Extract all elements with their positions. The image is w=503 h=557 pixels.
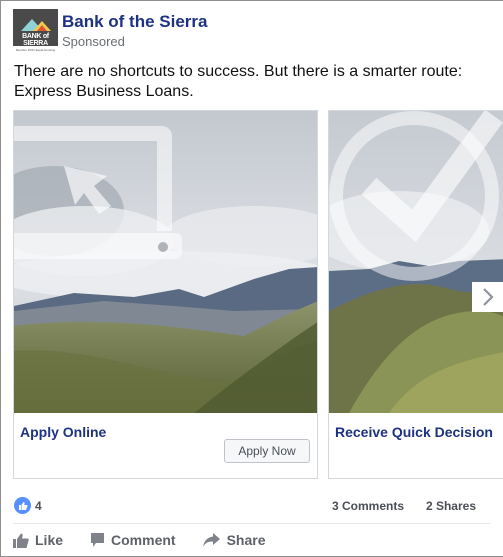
- comment-label: Comment: [111, 532, 176, 548]
- page-avatar[interactable]: BANK of SIERRA Member FDIC Equal Housing…: [13, 9, 58, 54]
- carousel-card-1[interactable]: Apply Online Apply Now: [13, 110, 318, 479]
- comment-button[interactable]: Comment: [90, 530, 176, 550]
- apply-now-button[interactable]: Apply Now: [224, 439, 310, 463]
- like-button[interactable]: Like: [13, 530, 63, 550]
- logo-wordmark: BANK of SIERRA: [22, 33, 49, 47]
- post-message: There are no shortcuts to success. But t…: [14, 63, 463, 100]
- share-arrow-icon: [202, 533, 220, 547]
- card-title[interactable]: Receive Quick Decision: [335, 424, 493, 440]
- card-title[interactable]: Apply Online: [20, 424, 106, 440]
- card-image[interactable]: [14, 111, 317, 413]
- share-label: Share: [226, 532, 266, 548]
- chevron-right-icon: [482, 288, 494, 306]
- sponsored-label[interactable]: Sponsored: [62, 34, 208, 49]
- thumbs-up-icon: [13, 533, 29, 548]
- like-count[interactable]: 4: [35, 499, 42, 513]
- post-header: BANK of SIERRA Member FDIC Equal Housing…: [13, 9, 208, 54]
- engagement-stats: 4 3 Comments 2 Shares: [14, 497, 489, 515]
- like-icon[interactable]: [14, 497, 31, 514]
- actions-divider: [13, 523, 490, 524]
- post-actions: Like Comment Share: [13, 530, 293, 550]
- carousel-next-button[interactable]: [472, 282, 503, 312]
- page-name-link[interactable]: Bank of the Sierra: [62, 12, 208, 32]
- like-label: Like: [35, 532, 64, 548]
- comments-count-link[interactable]: 3 Comments: [332, 499, 404, 513]
- card-image[interactable]: [329, 111, 503, 413]
- comment-icon: [91, 533, 105, 547]
- logo-subtext: Member FDIC Equal Housing Lender: [13, 46, 58, 54]
- share-button[interactable]: Share: [202, 530, 266, 550]
- shares-count-link[interactable]: 2 Shares: [426, 499, 476, 513]
